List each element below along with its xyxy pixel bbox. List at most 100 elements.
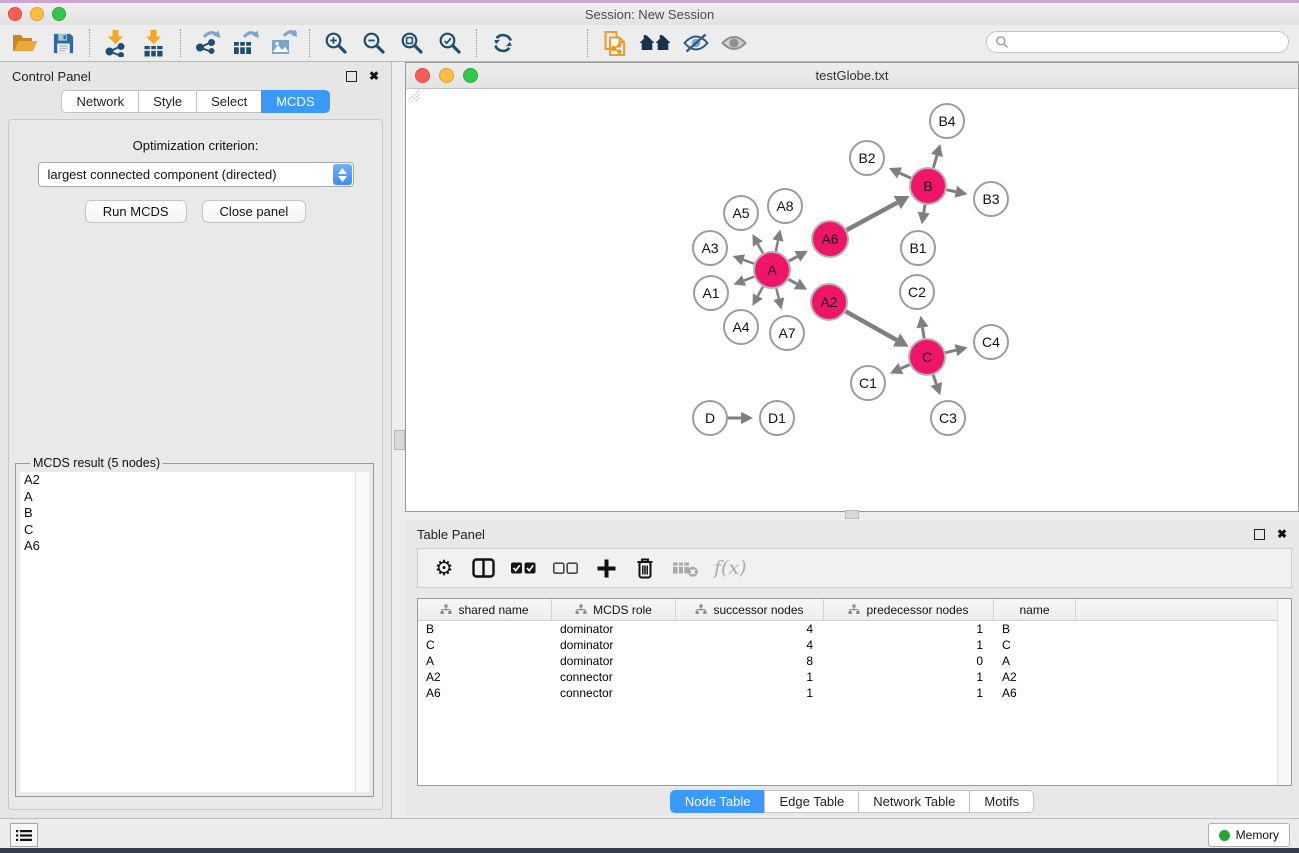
clone-network-button[interactable]	[595, 27, 633, 59]
mcds-list-scrollbar[interactable]	[355, 472, 369, 792]
graph-node-B1[interactable]: B1	[901, 231, 935, 265]
run-mcds-button[interactable]: Run MCDS	[85, 200, 187, 223]
table-row[interactable]: Cdominator41C	[418, 637, 1291, 653]
edge-A6-B[interactable]	[847, 203, 898, 230]
toggle-column-view-button[interactable]	[471, 558, 495, 578]
close-panel-button[interactable]: Close panel	[202, 200, 307, 223]
edge-A-A3[interactable]	[743, 260, 754, 264]
network-graph[interactable]: B4 B2 B B3 A8 A5 A6 B1 A3 A A1 C2 A2 A4 A7 C4 C C1 C3 D D1	[407, 89, 1297, 511]
import-network-button[interactable]	[97, 27, 135, 59]
network-canvas[interactable]: B4 B2 B B3 A8 A5 A6 B1 A3 A A1 C2 A2 A4 A7 C4 C C1 C3 D D1	[407, 89, 1297, 510]
vertical-splitter-handle[interactable]	[394, 430, 405, 450]
deselect-all-columns-button[interactable]	[552, 559, 579, 577]
edge-B-B1[interactable]	[924, 205, 925, 213]
mcds-result-item[interactable]: A	[20, 489, 369, 506]
criterion-dropdown[interactable]: largest connected component (directed)	[38, 162, 354, 187]
export-image-button[interactable]	[264, 27, 302, 59]
graph-node-A4[interactable]: A4	[724, 310, 758, 344]
graph-node-C3[interactable]: C3	[931, 401, 965, 435]
tab-node-table[interactable]: Node Table	[670, 790, 766, 813]
create-column-button[interactable]	[594, 558, 618, 579]
table-row[interactable]: A6connector11A6	[418, 685, 1291, 701]
graph-node-C4[interactable]: C4	[974, 325, 1008, 359]
open-session-button[interactable]	[6, 27, 44, 59]
close-table-panel-icon[interactable]	[1277, 527, 1287, 541]
select-all-columns-button[interactable]	[510, 559, 537, 577]
mcds-result-item[interactable]: A2	[20, 472, 369, 489]
graph-node-B2[interactable]: B2	[850, 141, 884, 175]
tab-network[interactable]: Network	[61, 90, 139, 113]
save-session-button[interactable]	[44, 27, 82, 59]
graph-node-A[interactable]: A	[754, 252, 790, 288]
hide-panels-button[interactable]	[677, 27, 715, 59]
edge-A-A2[interactable]	[789, 279, 797, 284]
edge-C-C4[interactable]	[945, 350, 956, 352]
graph-node-C2[interactable]: C2	[900, 275, 934, 309]
graph-node-D1[interactable]: D1	[760, 401, 794, 435]
refresh-view-button[interactable]	[484, 27, 522, 59]
graph-node-A2[interactable]: A2	[811, 284, 847, 320]
delete-column-button[interactable]	[633, 557, 657, 579]
graph-node-B4[interactable]: B4	[930, 104, 964, 138]
column-header-name[interactable]: name	[994, 599, 1076, 620]
table-settings-button[interactable]	[432, 558, 456, 579]
edge-C-C1[interactable]	[901, 365, 910, 369]
export-network-button[interactable]	[188, 27, 226, 59]
column-header-successor-nodes[interactable]: successor nodes	[676, 599, 824, 620]
horizontal-splitter-handle[interactable]	[845, 510, 859, 519]
edge-B-B3[interactable]	[947, 190, 956, 192]
edge-C-C2[interactable]	[922, 327, 924, 338]
tab-motifs[interactable]: Motifs	[969, 790, 1034, 813]
export-table-button[interactable]	[226, 27, 264, 59]
column-header-mcds-role[interactable]: MCDS role	[552, 599, 676, 620]
mcds-result-item[interactable]: C	[20, 522, 369, 539]
zoom-selected-button[interactable]	[431, 27, 469, 59]
edge-B-B2[interactable]	[900, 173, 911, 178]
float-panel-icon[interactable]	[346, 71, 357, 82]
column-header-predecessor-nodes[interactable]: predecessor nodes	[824, 599, 994, 620]
graph-node-A3[interactable]: A3	[693, 231, 727, 265]
mcds-result-item[interactable]: B	[20, 505, 369, 522]
graph-node-C[interactable]: C	[909, 339, 945, 375]
edge-A-A6[interactable]	[789, 256, 798, 261]
graph-node-B3[interactable]: B3	[974, 182, 1008, 216]
import-table-button[interactable]	[135, 27, 173, 59]
graph-node-A6[interactable]: A6	[812, 221, 848, 257]
edge-A-A8[interactable]	[776, 241, 778, 252]
tab-select[interactable]: Select	[196, 90, 262, 113]
edge-C-C3[interactable]	[933, 375, 936, 384]
tab-network-table[interactable]: Network Table	[858, 790, 970, 813]
edge-A-A7[interactable]	[776, 288, 778, 298]
edge-A2-C[interactable]	[846, 311, 897, 340]
memory-button[interactable]: Memory	[1208, 823, 1290, 847]
graph-node-A7[interactable]: A7	[770, 316, 804, 350]
edge-A-A5[interactable]	[758, 244, 763, 253]
edge-B-B4[interactable]	[933, 155, 937, 167]
mcds-result-item[interactable]: A6	[20, 538, 369, 555]
graph-node-C1[interactable]: C1	[851, 366, 885, 400]
graph-node-D[interactable]: D	[693, 401, 727, 435]
table-row[interactable]: Bdominator41B	[418, 621, 1291, 637]
table-scrollbar[interactable]	[1277, 599, 1291, 785]
home-layout-button[interactable]	[633, 27, 677, 59]
network-window-titlebar[interactable]: testGlobe.txt	[406, 63, 1298, 89]
edge-A-A4[interactable]	[758, 287, 763, 296]
graph-node-A1[interactable]: A1	[694, 276, 728, 310]
tab-mcds[interactable]: MCDS	[261, 90, 329, 113]
table-row[interactable]: Adominator80A	[418, 653, 1291, 669]
table-row[interactable]: A2connector11A2	[418, 669, 1291, 685]
column-header-shared-name[interactable]: shared name	[418, 599, 552, 620]
graph-node-A5[interactable]: A5	[724, 196, 758, 230]
zoom-in-button[interactable]	[317, 27, 355, 59]
graph-node-B[interactable]: B	[910, 168, 946, 204]
edge-A-A1[interactable]	[744, 277, 754, 281]
graph-node-A8[interactable]: A8	[768, 189, 802, 223]
show-task-history-button[interactable]	[10, 823, 38, 847]
window-resize-grip[interactable]	[407, 89, 420, 102]
tab-edge-table[interactable]: Edge Table	[764, 790, 859, 813]
zoom-out-button[interactable]	[355, 27, 393, 59]
show-panels-button[interactable]	[715, 27, 753, 59]
float-table-panel-icon[interactable]	[1254, 529, 1265, 540]
search-input[interactable]	[986, 31, 1289, 53]
close-panel-icon[interactable]	[369, 69, 379, 83]
